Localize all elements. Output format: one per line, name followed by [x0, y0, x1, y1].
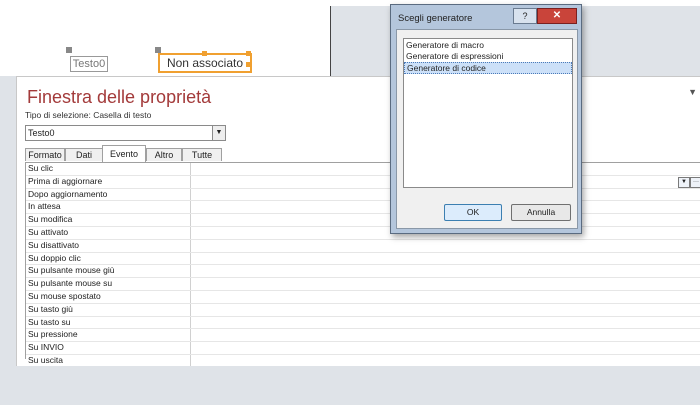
property-name: Su uscita [28, 354, 63, 365]
resize-handle[interactable] [202, 51, 207, 56]
dialog-title: Scegli generatore [398, 13, 473, 24]
property-row[interactable]: Su modifica [26, 214, 700, 227]
property-value[interactable] [190, 278, 700, 290]
ok-button[interactable]: OK [444, 204, 502, 221]
property-row[interactable]: In attesa [26, 201, 700, 215]
chevron-down-icon[interactable]: ▼ [212, 126, 225, 140]
resize-handle[interactable] [246, 62, 251, 67]
close-icon[interactable]: ✕ [537, 8, 577, 24]
tab-evento[interactable]: Evento [102, 145, 146, 162]
label-move-handle[interactable] [66, 47, 72, 53]
tab-altro[interactable]: Altro [146, 148, 182, 161]
property-name: Dopo aggiornamento [28, 188, 108, 199]
selection-type-label: Tipo di selezione: Casella di testo [25, 110, 152, 120]
property-name: Su mouse spostato [28, 290, 101, 301]
property-name: Su clic [28, 163, 54, 173]
property-sheet-title: Finestra delle proprietà [27, 87, 212, 107]
dialog-body: Generatore di macro Generatore di espres… [396, 29, 578, 229]
object-selector-value: Testo0 [28, 128, 55, 138]
property-value[interactable] [190, 316, 700, 329]
property-name: Su tasto giù [28, 303, 73, 314]
choose-builder-dialog: Scegli generatore ? ✕ Generatore di macr… [390, 4, 582, 234]
build-button[interactable]: ··· [690, 176, 700, 188]
resize-handle[interactable] [246, 51, 251, 56]
help-icon[interactable]: ? [513, 8, 537, 24]
property-value[interactable] [190, 290, 700, 303]
property-dropdown-button[interactable]: ▼ [678, 176, 690, 188]
property-value[interactable] [190, 303, 700, 316]
property-row[interactable]: Su pressione [26, 329, 700, 343]
property-name: Su modifica [28, 214, 73, 225]
property-row[interactable]: Su pulsante mouse su [26, 278, 700, 291]
property-name: Su pulsante mouse su [28, 278, 113, 289]
property-row[interactable]: Su attivato [26, 226, 700, 240]
cancel-button[interactable]: Annulla [511, 204, 571, 221]
tab-tutte[interactable]: Tutte [182, 148, 222, 161]
property-row[interactable]: Prima di aggiornare ▼ ··· [26, 175, 700, 189]
property-value[interactable] [190, 354, 700, 367]
property-value[interactable] [190, 239, 700, 252]
property-sheet: Finestra delle proprietà ▼ Tipo di selez… [16, 76, 700, 368]
builder-item-expression[interactable]: Generatore di espressioni [404, 51, 572, 61]
property-name: Su tasto su [28, 316, 71, 327]
property-sheet-menu-icon[interactable]: ▼ [688, 87, 697, 97]
textbox-control[interactable]: Non associato [158, 53, 252, 73]
property-row[interactable]: Su clic [26, 163, 700, 176]
tab-formato[interactable]: Formato [25, 148, 65, 161]
property-name: Su attivato [28, 226, 69, 237]
form-design-surface[interactable]: Testo0 Non associato [0, 6, 331, 76]
property-row[interactable]: Su disattivato [26, 239, 700, 253]
property-value[interactable] [190, 265, 700, 278]
property-name: Su disattivato [28, 239, 80, 250]
property-name: Prima di aggiornare [28, 175, 103, 186]
property-name: In attesa [28, 201, 61, 212]
property-grid: Su clic Prima di aggiornare ▼ ··· Dopo a… [25, 162, 700, 368]
property-name: Su pressione [28, 329, 78, 340]
property-value[interactable] [190, 252, 700, 265]
property-row[interactable]: Su mouse spostato [26, 290, 700, 304]
property-row[interactable]: Su INVIO [26, 342, 700, 355]
property-row[interactable]: Su doppio clic [26, 252, 700, 266]
property-row[interactable]: Su pulsante mouse giù [26, 265, 700, 279]
property-row[interactable]: Su tasto giù [26, 303, 700, 317]
property-name: Su doppio clic [28, 252, 81, 263]
property-name: Su INVIO [28, 342, 64, 353]
builder-item-macro[interactable]: Generatore di macro [404, 40, 572, 50]
label-control[interactable]: Testo0 [70, 56, 108, 72]
builder-list[interactable]: Generatore di macro Generatore di espres… [403, 38, 573, 188]
builder-item-code[interactable]: Generatore di codice [404, 62, 572, 74]
property-row[interactable]: Su tasto su [26, 316, 700, 330]
object-selector-combo[interactable]: Testo0 ▼ [25, 125, 226, 141]
property-row[interactable]: Dopo aggiornamento [26, 188, 700, 202]
property-value[interactable] [190, 329, 700, 342]
workspace-background [0, 366, 700, 405]
tab-dati[interactable]: Dati [65, 148, 103, 161]
property-value[interactable] [190, 342, 700, 354]
property-name: Su pulsante mouse giù [28, 265, 115, 276]
